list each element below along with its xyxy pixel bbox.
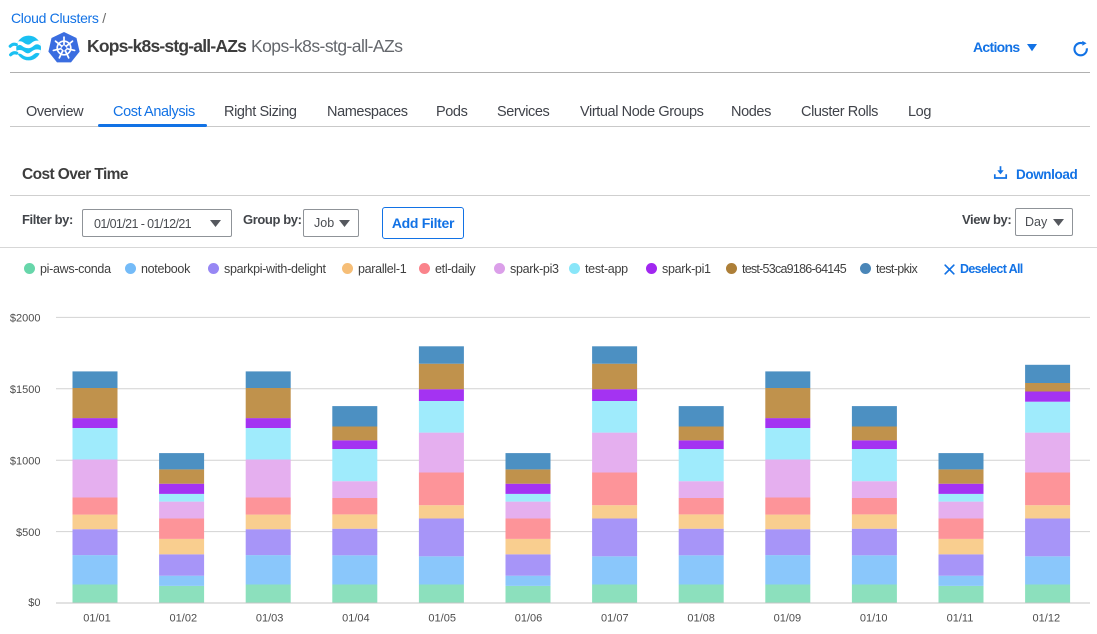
svg-text:01/11: 01/11 — [947, 613, 974, 625]
svg-text:01/03: 01/03 — [256, 613, 284, 625]
svg-text:01/01: 01/01 — [83, 613, 111, 625]
svg-text:01/08: 01/08 — [687, 613, 715, 625]
svg-text:$2000: $2000 — [10, 313, 41, 325]
svg-text:01/04: 01/04 — [342, 613, 370, 625]
svg-text:01/06: 01/06 — [515, 613, 543, 625]
svg-text:01/09: 01/09 — [774, 613, 802, 625]
svg-text:$500: $500 — [16, 527, 40, 539]
svg-text:01/07: 01/07 — [601, 613, 629, 625]
svg-text:01/02: 01/02 — [170, 613, 198, 625]
svg-text:$1500: $1500 — [10, 384, 41, 396]
svg-text:01/10: 01/10 — [860, 613, 888, 625]
svg-text:01/12: 01/12 — [1033, 613, 1061, 625]
svg-text:$0: $0 — [28, 597, 40, 609]
svg-text:01/05: 01/05 — [428, 613, 456, 625]
svg-text:$1000: $1000 — [10, 455, 41, 467]
